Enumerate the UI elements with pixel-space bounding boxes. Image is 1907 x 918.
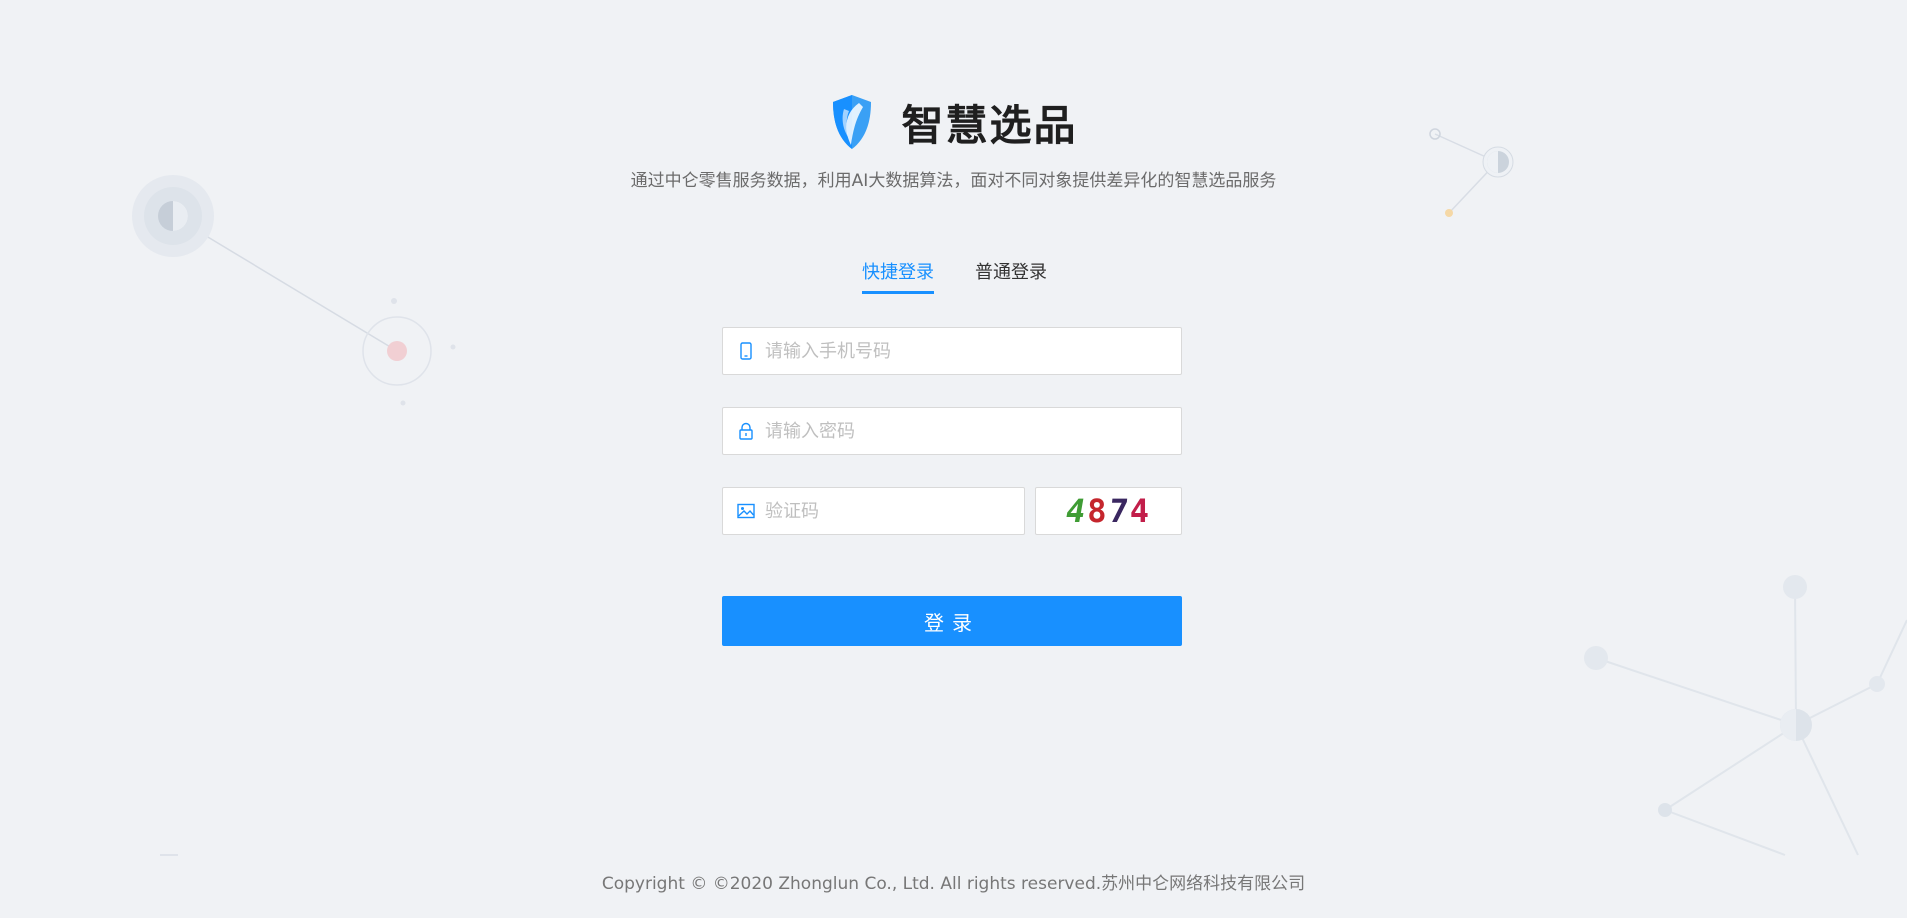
brand-subtitle: 通过中仑零售服务数据，利用AI大数据算法，面对不同对象提供差异化的智慧选品服务 <box>630 171 1277 191</box>
login-button[interactable]: 登录 <box>722 596 1182 646</box>
brand-header: 智慧选品 <box>0 92 1907 155</box>
tab-quick-login[interactable]: 快捷登录 <box>862 258 934 294</box>
password-input[interactable] <box>763 407 1181 455</box>
password-field <box>722 407 1182 455</box>
captcha-field <box>722 487 1025 535</box>
lock-icon <box>737 422 755 440</box>
shield-leaf-icon <box>833 95 872 149</box>
phone-field <box>722 327 1182 375</box>
captcha-digit: 8 <box>1087 492 1109 530</box>
captcha-image[interactable]: 4 8 7 4 <box>1035 487 1182 535</box>
brand: 智慧选品 <box>829 92 1077 152</box>
captcha-input[interactable] <box>763 487 1024 535</box>
mobile-phone-icon <box>737 342 755 360</box>
login-tabs: 快捷登录 普通登录 <box>0 258 1907 294</box>
captcha-digit: 4 <box>1129 492 1152 530</box>
image-icon <box>737 502 755 520</box>
phone-input[interactable] <box>763 327 1181 375</box>
brand-title: 智慧选品 <box>901 100 1078 150</box>
copyright-footer: Copyright © ©2020 Zhonglun Co., Ltd. All… <box>601 874 1306 894</box>
tab-normal-login[interactable]: 普通登录 <box>975 258 1047 294</box>
captcha-digit: 7 <box>1106 492 1132 530</box>
